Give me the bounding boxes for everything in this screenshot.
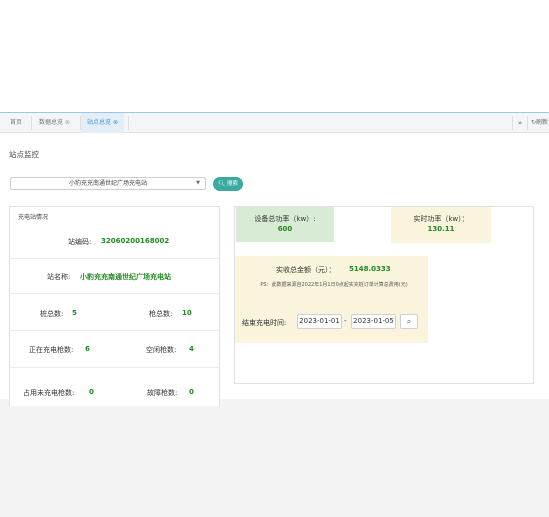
idle-guns-value: 4 xyxy=(189,345,194,353)
tab-data-overview[interactable]: 数据总览 ⊗ xyxy=(33,113,76,133)
tab-label: 站点总览 xyxy=(87,119,112,126)
date-to-input[interactable]: 2023-01-05 xyxy=(351,314,396,329)
station-name-label: 站名称: xyxy=(47,273,71,281)
refresh-label: 刷新 xyxy=(536,119,549,126)
double-chevron-right-icon[interactable]: » xyxy=(514,113,526,133)
station-code-label: 站编码: xyxy=(68,238,92,246)
search-button[interactable]: 🔍︎ 搜索 xyxy=(213,177,243,191)
divider xyxy=(10,330,219,331)
gun-count-label: 枪总数: xyxy=(149,310,173,318)
device-total-power-card: 设备总功率（kw）: 600 xyxy=(236,207,334,242)
fault-guns-value: 0 xyxy=(189,388,194,396)
pile-count-value: 5 xyxy=(72,309,77,317)
toolbar-divider xyxy=(527,116,528,130)
toolbar-divider xyxy=(512,116,513,130)
date-from-input[interactable]: 2023-01-01 xyxy=(297,314,342,329)
search-button-label: 搜索 xyxy=(226,181,238,187)
device-total-power-value: 600 xyxy=(277,225,293,233)
realtime-power-value: 130.11 xyxy=(427,225,455,233)
revenue-amount-value: 5148.0333 xyxy=(349,265,391,273)
idle-guns-label: 空闲枪数: xyxy=(146,346,177,354)
tab-station-overview[interactable]: 站点总览 ⊗ xyxy=(81,113,125,133)
tab-label: 首页 xyxy=(10,119,23,126)
device-total-power-label: 设备总功率（kw）: xyxy=(254,215,316,223)
pile-count-label: 桩总数: xyxy=(40,310,64,318)
tab-divider xyxy=(128,116,129,130)
search-icon: ⌕ xyxy=(406,317,412,326)
tab-home[interactable]: 首页 xyxy=(4,113,28,133)
station-name-value: 小豹充充南通世纪广场充电站 xyxy=(80,273,171,281)
caret-down-icon: ▼ xyxy=(196,180,200,186)
divider xyxy=(10,293,219,294)
occupied-guns-value: 0 xyxy=(89,388,94,396)
charging-guns-value: 6 xyxy=(85,345,90,353)
station-info-panel xyxy=(9,206,220,406)
divider xyxy=(10,367,219,368)
tab-label: 数据总览 xyxy=(39,119,64,126)
page-title: 站点监控 xyxy=(9,150,39,159)
occupied-guns-label: 占用未充电枪数: xyxy=(23,389,75,397)
divider xyxy=(10,258,219,259)
station-info-title: 充电站情况 xyxy=(18,214,49,221)
search-icon: 🔍︎ xyxy=(218,181,226,187)
station-select-value: 小豹充充南通世纪广场充电站 xyxy=(68,180,147,187)
tab-divider xyxy=(31,116,32,130)
station-code-value: 32060200168002 xyxy=(101,237,170,245)
bottom-background xyxy=(0,399,549,517)
close-icon[interactable]: ⊗ xyxy=(65,119,70,126)
end-time-label: 结束充电时间: xyxy=(242,319,287,327)
refresh-button[interactable]: ↻刷新 xyxy=(531,113,548,133)
date-separator: - xyxy=(344,317,347,325)
fault-guns-label: 故障枪数: xyxy=(147,389,178,397)
realtime-power-label: 实时功率（kw）： xyxy=(413,215,469,223)
revenue-note: PS：此数据来源自2022年1月1日0点起实充桩订单计算总费用(元) xyxy=(260,282,408,288)
charging-guns-label: 正在充电枪数: xyxy=(29,346,74,354)
date-search-button[interactable]: ⌕ xyxy=(400,314,418,329)
realtime-power-card: 实时功率（kw）： 130.11 xyxy=(391,207,491,243)
station-select[interactable]: 小豹充充南通世纪广场充电站 ▼ xyxy=(10,177,206,190)
gun-count-value: 10 xyxy=(182,309,192,317)
revenue-amount-label: 实收总金额（元）： xyxy=(276,266,336,274)
close-icon[interactable]: ⊗ xyxy=(113,119,118,126)
tab-bar: 首页 数据总览 ⊗ 站点总览 ⊗ » ↻刷新 xyxy=(0,112,549,133)
